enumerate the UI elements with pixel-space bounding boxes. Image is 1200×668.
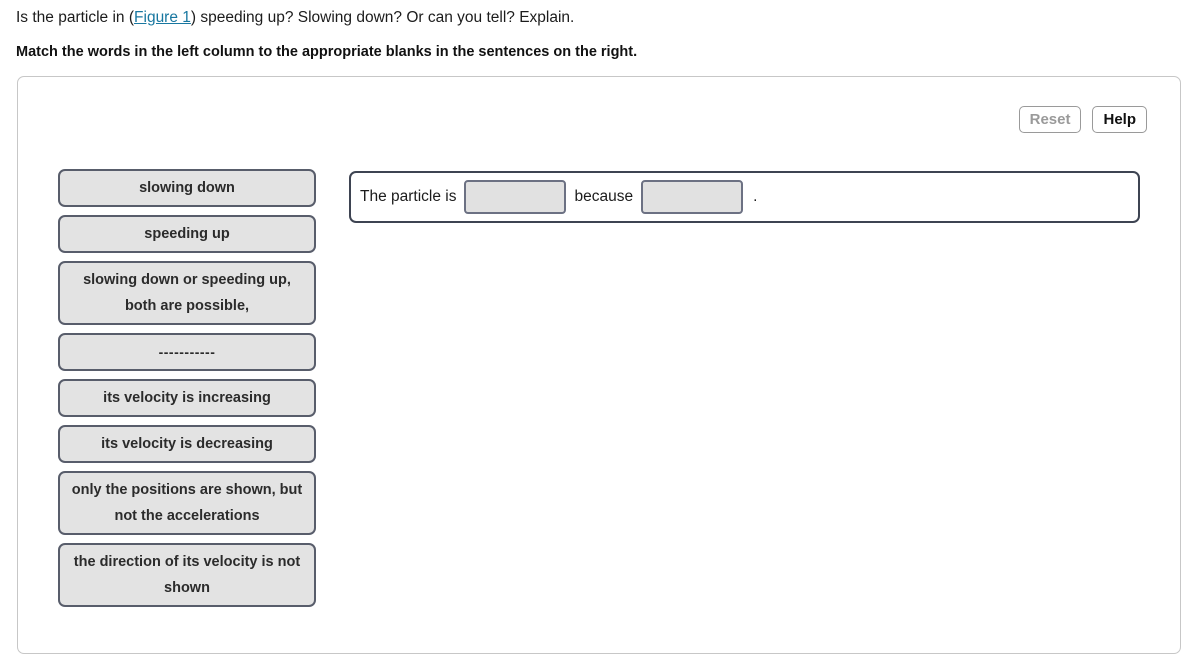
reset-button[interactable]: Reset bbox=[1018, 106, 1082, 133]
word-tile-label: slowing down or speeding up, both are po… bbox=[83, 272, 291, 314]
word-tile[interactable]: speeding up bbox=[58, 215, 316, 253]
figure-1-link[interactable]: Figure 1 bbox=[134, 9, 191, 26]
word-tile-label: the direction of its velocity is not sho… bbox=[73, 554, 301, 596]
help-button[interactable]: Help bbox=[1092, 106, 1147, 133]
word-tile[interactable]: only the positions are shown, but not th… bbox=[58, 471, 316, 535]
answer-slot-2[interactable] bbox=[641, 180, 744, 214]
question-text-after-link: ) speeding up? Slowing down? Or can you … bbox=[190, 9, 575, 26]
word-tile-label: speeding up bbox=[144, 226, 230, 242]
question-text-before-link: Is the particle in ( bbox=[16, 9, 135, 26]
word-tile-label: ----------- bbox=[158, 344, 216, 360]
word-tile[interactable]: slowing down bbox=[58, 169, 316, 207]
sentence-box: The particle is because . bbox=[349, 171, 1140, 223]
word-tile-label: its velocity is increasing bbox=[103, 390, 271, 406]
sentence-area: The particle is because . bbox=[349, 171, 1140, 223]
answer-slot-1[interactable] bbox=[464, 180, 567, 214]
answer-toolbar: Reset Help bbox=[1018, 106, 1147, 133]
word-tile-label: slowing down bbox=[139, 180, 235, 196]
question-text: Is the particle in (Figure 1) speeding u… bbox=[16, 6, 1176, 30]
answer-card: Reset Help slowing down speeding up slow… bbox=[17, 76, 1181, 654]
word-tile[interactable]: slowing down or speeding up, both are po… bbox=[58, 261, 316, 325]
word-tile[interactable]: the direction of its velocity is not sho… bbox=[58, 543, 316, 607]
sentence-lead-text: The particle is bbox=[360, 188, 457, 205]
sentence-middle-text: because bbox=[574, 188, 634, 205]
word-tile[interactable]: its velocity is increasing bbox=[58, 379, 316, 417]
sentence-trailing-text: . bbox=[753, 188, 758, 205]
word-tile[interactable]: ----------- bbox=[58, 333, 316, 371]
word-tile-label: only the positions are shown, but not th… bbox=[71, 482, 303, 524]
word-bank: slowing down speeding up slowing down or… bbox=[58, 169, 316, 607]
word-tile-label: its velocity is decreasing bbox=[101, 436, 273, 452]
prompt-area: Is the particle in (Figure 1) speeding u… bbox=[16, 6, 1176, 63]
word-tile[interactable]: its velocity is decreasing bbox=[58, 425, 316, 463]
instruction-text: Match the words in the left column to th… bbox=[16, 44, 638, 60]
